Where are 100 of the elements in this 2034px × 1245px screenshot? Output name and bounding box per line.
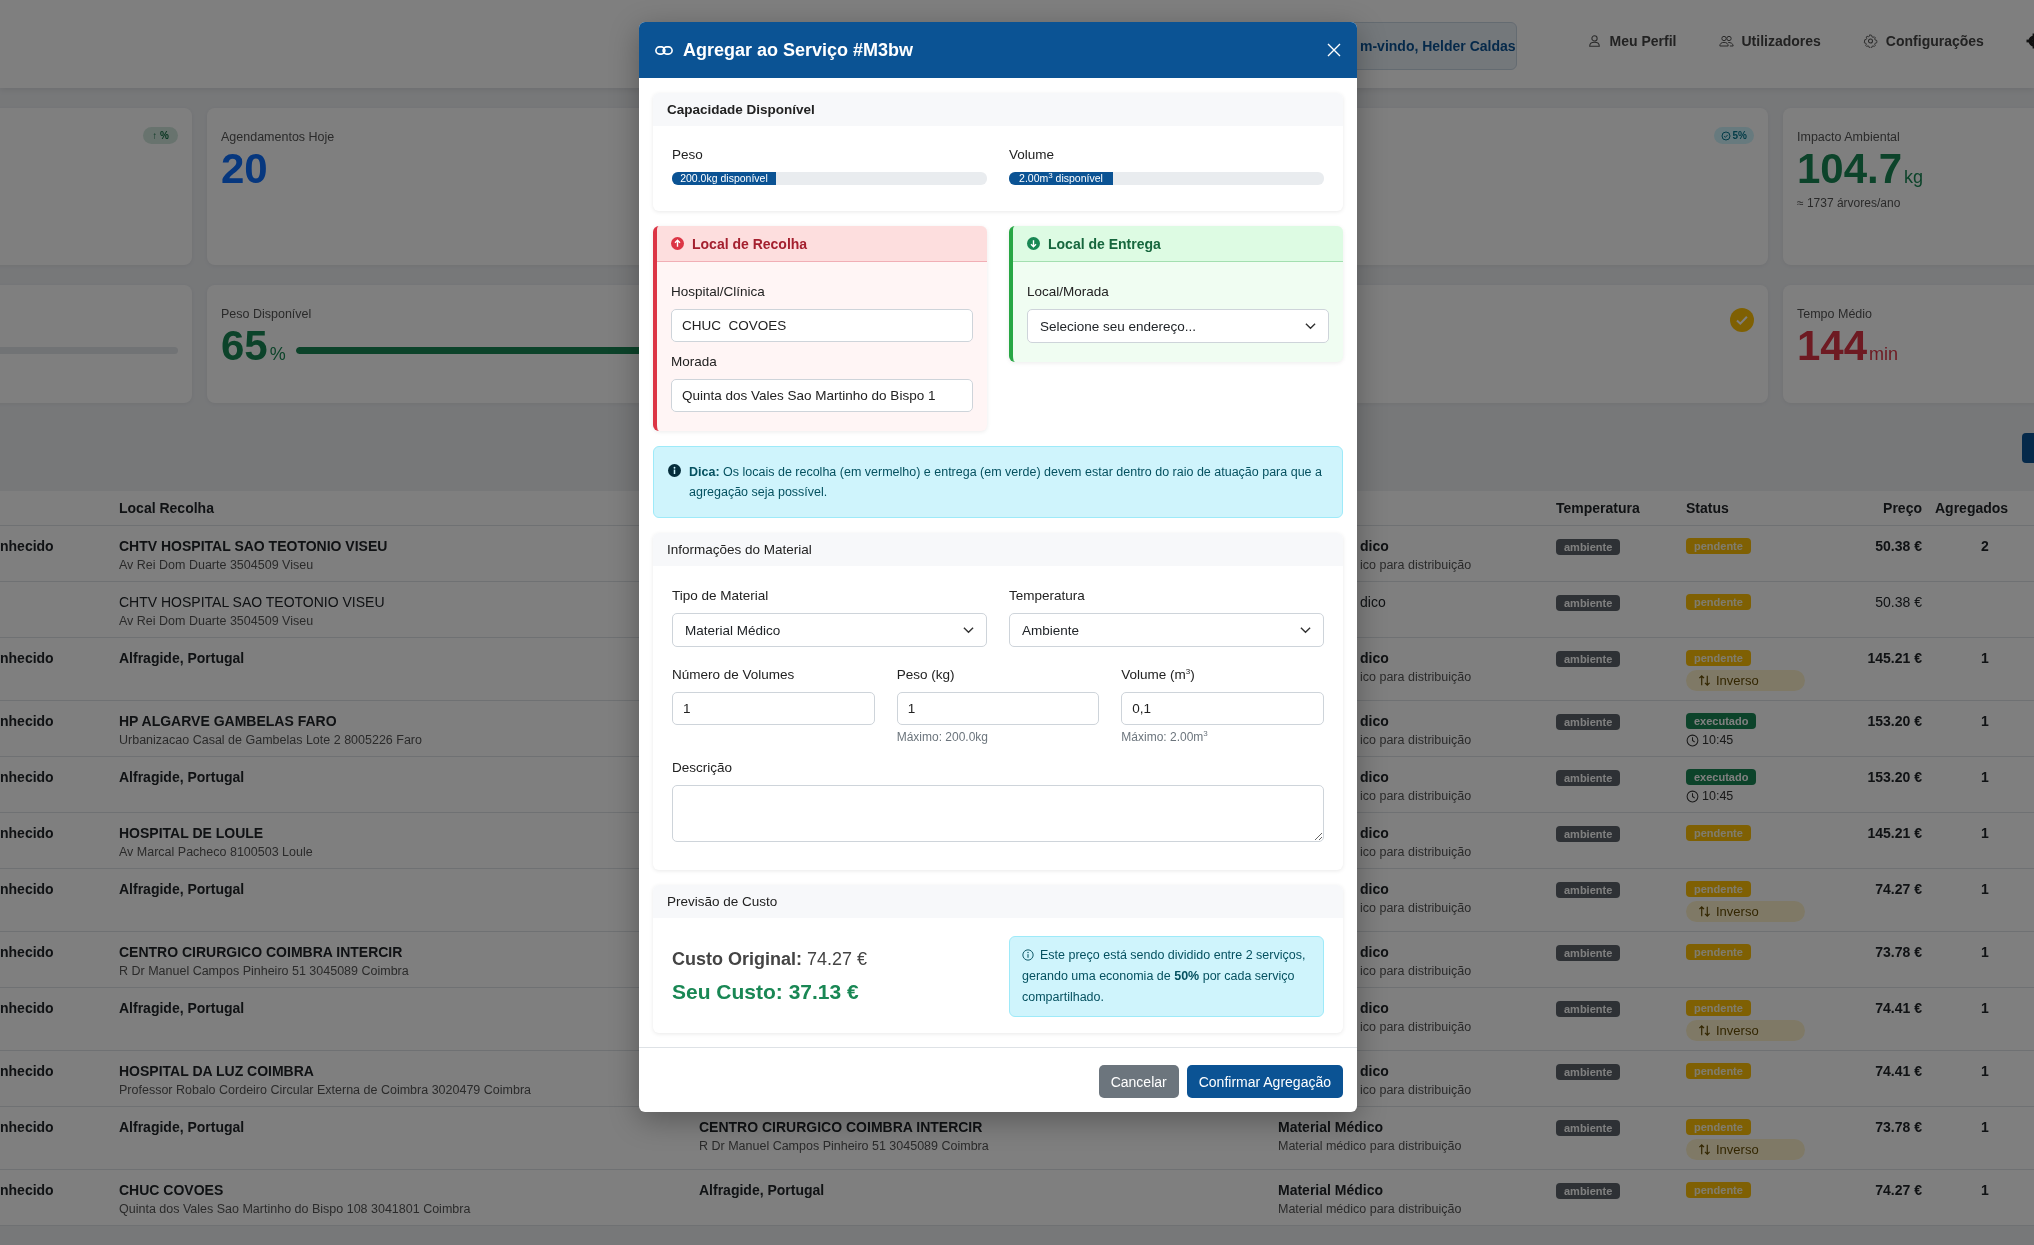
price-cell: 50.38 € bbox=[1875, 538, 1922, 554]
pickup-address: Quinta dos Vales Sao Martinho do Bispo 108 3041801 Coimbra bbox=[119, 1202, 471, 1216]
temperature-badge: ambiente bbox=[1556, 1001, 1621, 1017]
close-icon[interactable] bbox=[1327, 43, 1341, 57]
input-field[interactable]: 0,1 bbox=[1121, 692, 1324, 725]
material-name: Material Médico bbox=[1278, 1119, 1384, 1135]
price-cell: 73.78 € bbox=[1875, 944, 1922, 960]
table-cell: nhecido bbox=[0, 1000, 54, 1016]
status-badge: pendente bbox=[1686, 538, 1751, 554]
delivery-name: CENTRO CIRURGICO COIMBRA INTERCIR bbox=[699, 1119, 983, 1135]
material-description: ico para distribuição bbox=[1360, 901, 1472, 915]
status-badge: pendente bbox=[1686, 1063, 1751, 1079]
table-cell: nhecido bbox=[0, 881, 54, 897]
capacity-fill: 2.00m$^{3}$ disponível bbox=[1009, 172, 1113, 185]
pickup-name: Alfragide, Portugal bbox=[119, 650, 245, 666]
chevron-down-icon bbox=[1305, 322, 1316, 330]
table-cell: nhecido bbox=[0, 1063, 54, 1079]
nav-link[interactable]: Utilizadores bbox=[1718, 33, 1821, 49]
material-description: ico para distribuição bbox=[1360, 558, 1472, 572]
status-badge: pendente bbox=[1686, 650, 1751, 666]
users-icon bbox=[1718, 34, 1734, 48]
field-label: Peso (kg) bbox=[896, 667, 955, 682]
table-cell: 1 bbox=[1981, 713, 1989, 729]
temperature-badge: ambiente bbox=[1556, 770, 1621, 786]
table-cell: 1 bbox=[1981, 650, 1989, 666]
material-description: Material médico para distribuição bbox=[1278, 1202, 1462, 1216]
material-description: ico para distribuição bbox=[1360, 1083, 1472, 1097]
table-cell: nhecido bbox=[0, 825, 54, 841]
temperature-badge: ambiente bbox=[1556, 595, 1621, 611]
status-badge: pendente bbox=[1686, 1000, 1751, 1016]
meter-label: Volume bbox=[1009, 147, 1055, 162]
arrows-up-down-icon bbox=[1698, 674, 1711, 687]
material-description: ico para distribuição bbox=[1360, 1020, 1472, 1034]
nav-link[interactable]: Configurações bbox=[1862, 33, 1984, 49]
pickup-address: Av Rei Dom Duarte 3504509 Viseu bbox=[119, 558, 314, 572]
input-field[interactable]: Quinta dos Vales Sao Martinho do Bispo 1 bbox=[671, 379, 973, 412]
capacity-fill: 200.0kg disponível bbox=[672, 172, 776, 185]
stat-value: 144min bbox=[1797, 321, 1899, 371]
pickup-address: Urbanizacao Casal de Gambelas Lote 2 8005226 Faro bbox=[119, 733, 422, 747]
field-label: Número de Volumes bbox=[672, 667, 795, 682]
description-field[interactable] bbox=[672, 785, 1324, 842]
input-field[interactable]: 1 bbox=[672, 692, 875, 725]
arrow-down-circle-icon bbox=[1027, 237, 1040, 250]
stat-value: 65% bbox=[221, 321, 286, 371]
cancel-button[interactable]: Cancelar bbox=[1098, 1065, 1179, 1098]
price-cell: 153.20 € bbox=[1867, 713, 1922, 729]
pickup-name: CHTV HOSPITAL SAO TEOTONIO VISEU bbox=[119, 594, 385, 610]
input-field[interactable]: 1 bbox=[896, 692, 1100, 725]
clock-icon bbox=[1686, 733, 1699, 747]
select-field[interactable]: Selecione seu endereço... bbox=[1027, 309, 1329, 343]
field-label: Temperatura bbox=[1009, 588, 1085, 603]
stat-value: 104.7 kg bbox=[1797, 144, 1924, 194]
material-name: dico bbox=[1360, 1063, 1389, 1079]
table-cell: nhecido bbox=[0, 713, 54, 729]
delivery-address: R Dr Manuel Campos Pinheiro 51 3045089 Coimbra bbox=[699, 1139, 989, 1153]
material-name: dico bbox=[1360, 825, 1389, 841]
table-cell: 1 bbox=[1981, 1000, 1989, 1016]
pickup-name: Alfragide, Portugal bbox=[119, 769, 245, 785]
material-name: dico bbox=[1360, 713, 1389, 729]
material-name: dico bbox=[1360, 881, 1389, 897]
column-header: Status bbox=[1686, 499, 1729, 518]
pickup-title: Local de Recolha bbox=[692, 235, 808, 252]
info-icon bbox=[1022, 949, 1034, 961]
price-cell: 73.78 € bbox=[1875, 1119, 1922, 1135]
section-title: Previsão de Custo bbox=[653, 885, 1343, 918]
table-cell: 1 bbox=[1981, 769, 1989, 785]
confirm-button[interactable]: Confirmar Agregação bbox=[1186, 1065, 1343, 1098]
select-field[interactable]: Ambiente bbox=[1009, 613, 1324, 647]
time-label: 10:45 bbox=[1686, 789, 1734, 803]
table-cell: nhecido bbox=[0, 1119, 54, 1135]
stat-label: Agendamentos Hoje bbox=[221, 130, 336, 144]
temperature-badge: ambiente bbox=[1556, 714, 1621, 730]
table-cell: 1 bbox=[1981, 1182, 1989, 1198]
table-cell: nhecido bbox=[0, 538, 54, 554]
pickup-address: R Dr Manuel Campos Pinheiro 51 3045089 Coimbra bbox=[119, 964, 409, 978]
column-header: Agregados bbox=[1934, 499, 2009, 518]
field-label: Volume (m$^{3}$) bbox=[1121, 667, 1195, 682]
original-cost: Custo Original: 74.27 € bbox=[672, 949, 868, 970]
column-header: Temperatura bbox=[1556, 499, 1640, 518]
price-cell: 74.41 € bbox=[1875, 1063, 1922, 1079]
price-cell: 145.21 € bbox=[1867, 825, 1922, 841]
table-cell: 1 bbox=[1981, 1063, 1989, 1079]
field-label: Hospital/Clínica bbox=[671, 284, 765, 299]
field-label: Morada bbox=[671, 354, 717, 369]
table-cell: nhecido bbox=[0, 1182, 54, 1198]
pickup-address: Professor Robalo Cordeiro Circular Externa de Coimbra 3020479 Coimbra bbox=[119, 1083, 531, 1097]
nav-link[interactable]: Meu Perfil bbox=[1586, 33, 1677, 49]
section-title: Informações do Material bbox=[653, 533, 1343, 566]
pickup-address: Av Rei Dom Duarte 3504509 Viseu bbox=[119, 614, 314, 628]
modal-title: Agregar ao Serviço #M3bw bbox=[683, 39, 915, 61]
input-field[interactable]: CHUC COVOES bbox=[671, 309, 973, 342]
price-cell: 50.38 € bbox=[1875, 594, 1922, 610]
status-badge: pendente bbox=[1686, 594, 1751, 610]
info-icon bbox=[668, 464, 681, 477]
stat-label: Tempo Médio bbox=[1797, 307, 1874, 321]
pickup-address: Av Marcal Pacheco 8100503 Loule bbox=[119, 845, 313, 859]
tip-text: Dica: Os locais de recolha (em vermelho) e entrega (em verde) devem estar dentro do raio de atuação para que a agregação seja possível. bbox=[689, 464, 1323, 501]
pickup-name: CENTRO CIRURGICO COIMBRA INTERCIR bbox=[119, 944, 403, 960]
material-description: ico para distribuição bbox=[1360, 789, 1472, 803]
select-field[interactable]: Material Médico bbox=[672, 613, 987, 647]
